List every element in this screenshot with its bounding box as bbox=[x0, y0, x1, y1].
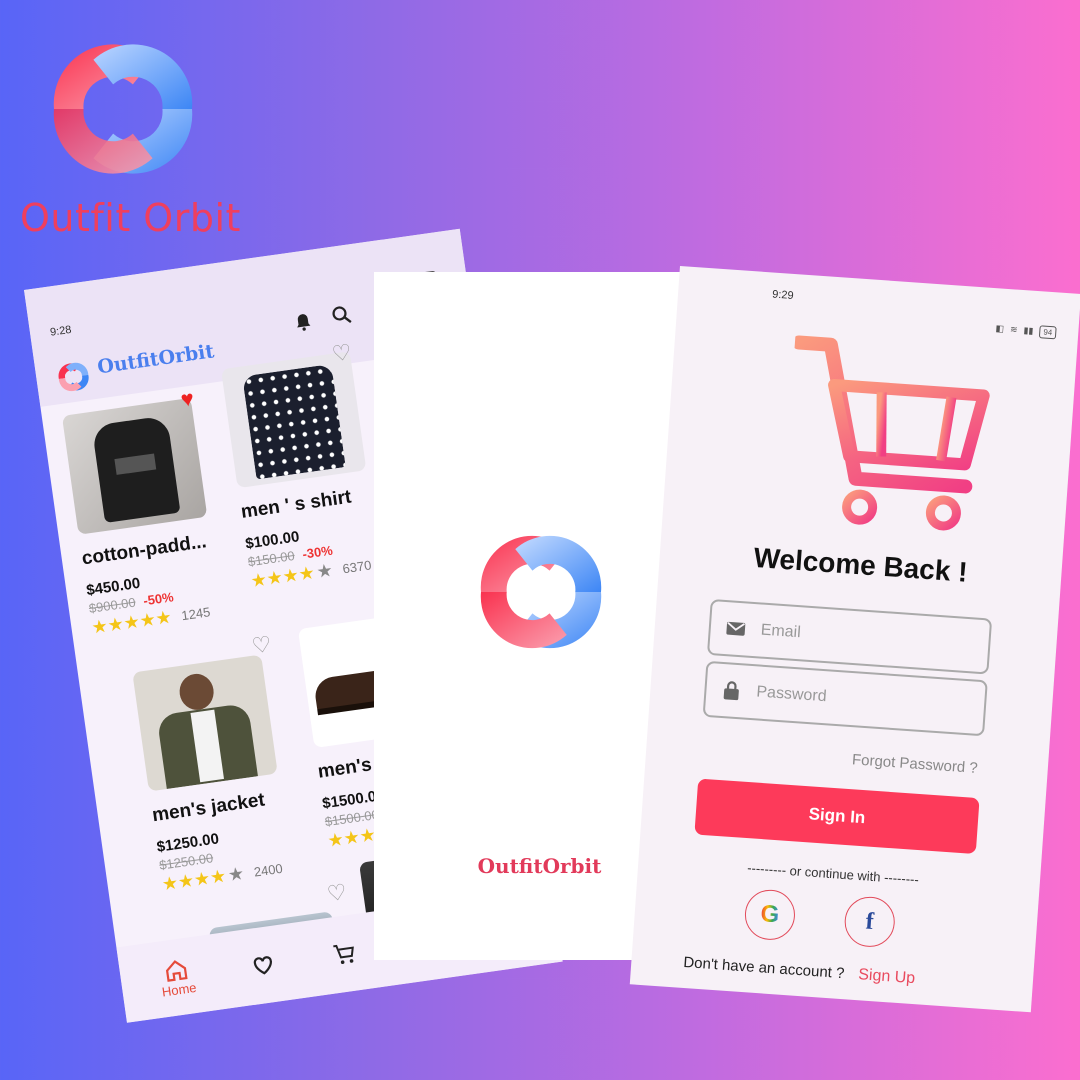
favorite-heart-icon[interactable]: ♡ bbox=[325, 879, 348, 907]
search-icon[interactable] bbox=[329, 303, 354, 328]
welcome-heading: Welcome Back ! bbox=[752, 541, 969, 588]
sign-in-button[interactable]: Sign In bbox=[694, 778, 980, 855]
product-image-hoodie[interactable] bbox=[61, 397, 208, 535]
app-title: OutfitOrbit bbox=[95, 340, 216, 379]
nav-favorites[interactable] bbox=[250, 952, 277, 979]
favorite-heart-icon[interactable]: ♡ bbox=[250, 631, 273, 659]
facebook-signin-button[interactable]: f bbox=[843, 895, 897, 949]
signup-row: Don't have an account ? Sign Up bbox=[683, 954, 916, 988]
nav-home-label: Home bbox=[160, 979, 198, 1000]
bell-icon[interactable] bbox=[292, 310, 315, 335]
battery-icon: 94 bbox=[1038, 325, 1057, 340]
wifi-icon: ≋ bbox=[1009, 324, 1018, 335]
google-signin-button[interactable]: G bbox=[743, 888, 797, 942]
star-empty-icon: ★ bbox=[315, 559, 335, 582]
brand-name: Outfit Orbit bbox=[20, 196, 241, 240]
nfc-icon: ◧ bbox=[995, 323, 1005, 334]
sign-up-link[interactable]: Sign Up bbox=[858, 966, 916, 988]
app-logo bbox=[480, 535, 602, 649]
facebook-icon: f bbox=[864, 908, 875, 935]
status-icons: ◧ ≋ ▮▮ 94 bbox=[995, 322, 1057, 340]
shopping-cart-icon bbox=[791, 335, 990, 531]
status-time: 9:29 bbox=[771, 288, 795, 302]
favorite-heart-icon[interactable]: ♡ bbox=[330, 339, 353, 367]
home-icon bbox=[166, 959, 188, 982]
password-field[interactable] bbox=[702, 660, 988, 737]
email-input[interactable] bbox=[760, 621, 961, 654]
status-time: 9:28 bbox=[49, 323, 73, 339]
heart-icon bbox=[254, 956, 273, 975]
mail-icon bbox=[726, 621, 746, 636]
product-discount: -30% bbox=[301, 542, 334, 562]
review-count: 6370 bbox=[341, 557, 373, 577]
nav-cart[interactable] bbox=[331, 940, 358, 967]
login-screen: 9:29 ◧ ≋ ▮▮ 94 Welcome Back ! Email Forg… bbox=[629, 266, 1080, 1013]
signal-icon: ▮▮ bbox=[1023, 325, 1034, 336]
app-logo bbox=[58, 362, 89, 392]
favorite-heart-icon[interactable]: ♥ bbox=[179, 386, 196, 414]
outfit-orbit-logo bbox=[53, 44, 193, 174]
forgot-password-link[interactable]: Forgot Password ? bbox=[851, 751, 978, 777]
product-image-jacket[interactable] bbox=[132, 654, 278, 792]
lock-icon bbox=[723, 681, 739, 701]
product-image-shirt[interactable] bbox=[220, 351, 367, 489]
cart-icon bbox=[333, 944, 355, 964]
google-icon: G bbox=[759, 900, 781, 929]
password-input[interactable] bbox=[755, 683, 957, 716]
nav-home[interactable]: Home bbox=[158, 956, 198, 1000]
continue-with-divider: --------- or continue with -------- bbox=[746, 860, 920, 888]
no-account-text: Don't have an account ? bbox=[682, 953, 845, 983]
review-count: 2400 bbox=[252, 860, 284, 880]
star-half-icon: ★ bbox=[226, 863, 246, 886]
product-discount: -50% bbox=[142, 589, 175, 609]
review-count: 1245 bbox=[180, 604, 212, 624]
